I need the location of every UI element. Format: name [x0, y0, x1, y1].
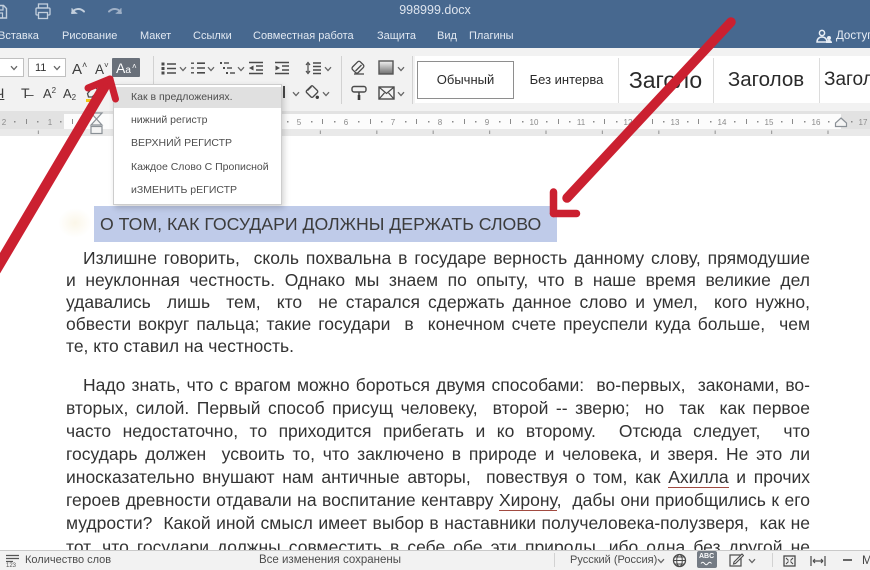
svg-text:2: 2 — [2, 118, 7, 127]
svg-text:13: 13 — [671, 118, 680, 127]
svg-text:17: 17 — [859, 118, 868, 127]
svg-text:8: 8 — [438, 118, 443, 127]
svg-text:11: 11 — [577, 118, 586, 127]
svg-text:1: 1 — [48, 118, 53, 127]
svg-text:6: 6 — [344, 118, 349, 127]
svg-text:16: 16 — [812, 118, 821, 127]
svg-text:12: 12 — [624, 118, 633, 127]
svg-text:9: 9 — [485, 118, 490, 127]
svg-text:14: 14 — [718, 118, 727, 127]
svg-text:15: 15 — [765, 118, 774, 127]
svg-text:7: 7 — [391, 118, 396, 127]
svg-text:5: 5 — [297, 118, 302, 127]
svg-text:10: 10 — [530, 118, 539, 127]
svg-text:123: 123 — [6, 563, 17, 567]
